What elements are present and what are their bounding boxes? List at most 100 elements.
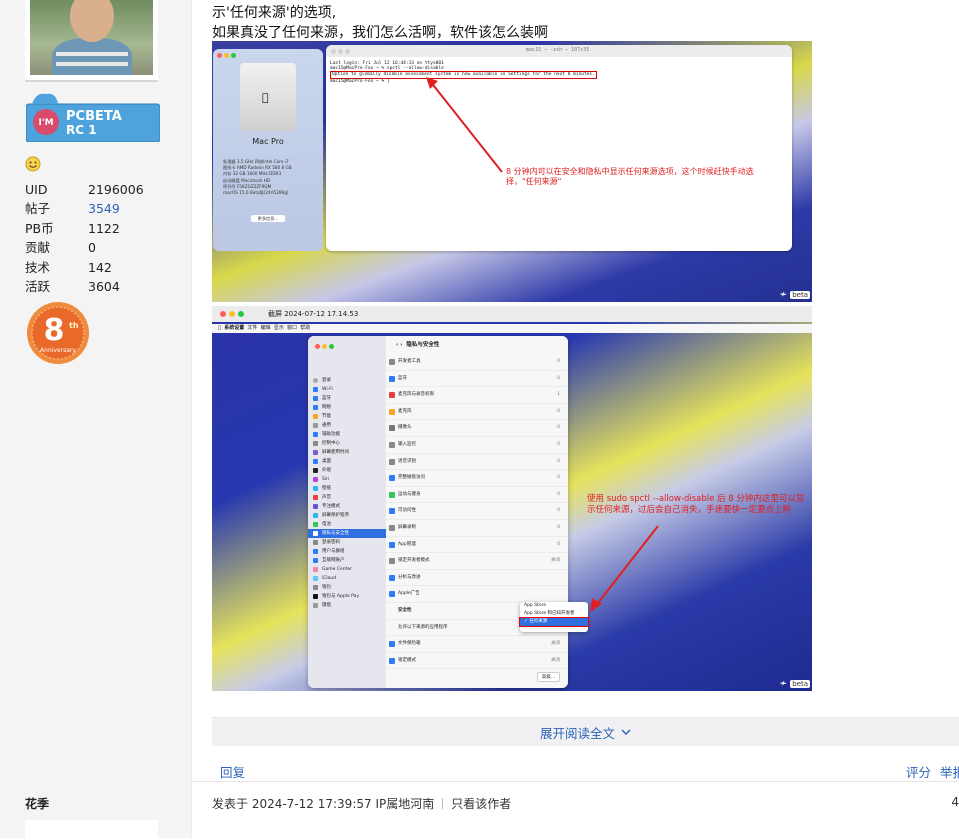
apple-menu-icon:  [218,325,221,331]
expand-read-more-button[interactable]: 展开阅读全文 [212,717,959,746]
row-value: 0 [557,408,560,414]
row-value: 0 [557,441,560,447]
sidebar-row: 辅助功能 [308,430,386,439]
popup-selected-label: 任何来源 [529,619,548,624]
sidebar-row: 通用 [308,421,386,430]
menu-item: 显示 [270,325,284,331]
privacy-row: 摄像头 0 [386,420,568,437]
popup-option: App Store 和已知开发者 [524,611,575,616]
profile-stats: UID 2196006 帖子 3549 PB币 1122 贡献 0 技术 142… [25,180,175,296]
apple-logo-icon:  [262,91,269,104]
sidebar-label: 屏幕使用时间 [322,450,349,455]
pcbeta-watermark: ≁ beta [780,679,810,689]
watermark-beta: beta [790,291,810,299]
sidebar-label: 钱包与 Apple Pay [322,594,360,599]
terminal-title: mac15 — -zsh — 107x35 [526,47,590,53]
reply-link[interactable]: 回复 [220,762,245,781]
sidebar-label: 电池 [322,522,331,527]
sidebar-label: 辅助功能 [322,432,340,437]
sidebar-label: 键盘 [322,603,331,608]
sidebar-label: Wi-Fi [322,387,333,392]
row-label: 输入监控 [398,441,416,447]
sidebar-label: 互联网账户 [322,558,345,563]
embedded-screenshot-privacy-settings[interactable]: 截屏 2024-07-12 17.14.53  系统设置 文件 编辑 显示 窗… [212,306,812,691]
avatar[interactable] [30,0,153,75]
sidebar-row: 控制中心 [308,439,386,448]
row-value: 0 [557,541,560,547]
row-label: 锁定开发者模式 [398,558,430,564]
svg-text:th: th [69,321,79,330]
only-author-link[interactable]: 只看该作者 [451,795,511,812]
stat-contribution: 贡献 0 [25,238,175,257]
sidebar-label: 蓝牙 [322,396,331,401]
red-arrow-icon [426,77,503,173]
expand-label: 展开阅读全文 [539,725,615,741]
sidebar-row: 桌面 [308,457,386,466]
report-link[interactable]: 举报 [940,762,959,781]
sidebar-row: 钱包 [308,583,386,592]
pcbeta-watermark: ≁ beta [780,290,810,300]
anniversary-medal-icon: 8 th Anniversary [27,302,89,364]
settings-sidebar: 登录 Wi-Fi 蓝牙 网络 节能 通用 辅助功能 控制中心 屏幕使用时间 桌面… [308,336,386,688]
stat-posts-link[interactable]: 3549 [88,199,120,218]
stat-label: PB币 [25,220,54,236]
row-value: 0 [557,425,560,431]
next-post-meta: 发表于 2024-7-12 17:39:57 IP属地河南 只看该作者 [212,795,511,812]
privacy-row: 锁定开发者模式 关闭 [386,553,568,570]
sidebar-row: 节能 [308,412,386,421]
preview-window-title: 截屏 2024-07-12 17.14.53 [268,310,359,318]
row-label: 运动与健身 [398,491,421,497]
avatar-frame[interactable] [25,0,158,82]
row-label: App管理 [398,541,416,547]
svg-text:PCBETA: PCBETA [66,109,122,124]
sidebar-row: 壁纸 [308,484,386,493]
sidebar-label: Siri [322,477,330,482]
menu-item: 帮助 [297,325,310,331]
pane-title: 隐私与安全性 [406,342,440,348]
row-label: 可访问性 [398,508,416,514]
sidebar-row: 用户与群组 [308,547,386,556]
svg-text:I'M: I'M [38,118,53,128]
row-label: Apple广告 [398,591,420,597]
stat-value: 0 [88,240,96,256]
sidebar-row: 登录 [308,376,386,385]
back-chevron-icon: ‹ [396,342,399,348]
row-label: 完整磁盘访问 [398,475,425,481]
next-author-name[interactable]: 花季 [25,795,49,812]
sidebar-label: 网络 [322,405,331,410]
floor-number[interactable]: 4 [951,795,959,809]
macos-menubar:  系统设置 文件 编辑 显示 窗口 帮助 [212,324,812,333]
sidebar-row: 蓝牙 [308,394,386,403]
sidebar-label: 声音 [322,495,331,500]
pc-logo-icon: ≁ [779,679,788,689]
red-arrow-icon [590,525,659,612]
allow-from-popup-menu: App Store App Store 和已知开发者 ✓ 任何来源 [519,602,589,632]
rate-link[interactable]: 评分 [906,762,931,781]
post-timestamp: 发表于 2024-7-12 17:39:57 IP属地河南 [212,797,435,811]
stat-activity: 活跃 3604 [25,277,175,296]
chevron-down-icon [621,729,631,736]
embedded-screenshot-terminal[interactable]:  Mac Pro 处理器 3.5 GHz 四核Intel Core i7 图形… [212,41,812,302]
sidebar-row: Wi-Fi [308,385,386,394]
next-avatar[interactable] [25,820,158,840]
row-label: 蓝牙 [398,375,407,381]
row-value: 1 [557,392,560,398]
stat-label: 帖子 [25,201,51,217]
sidebar-row-selected: 隐私与安全性 [308,529,386,538]
privacy-row: 蓝牙 0 [386,371,568,388]
row-value: 关闭 [551,641,560,647]
row-label: 开发者工具 [398,359,421,364]
privacy-row: 完整磁盘访问 0 [386,470,568,487]
menu-item: 编辑 [257,325,271,331]
annotation-text: 使用 sudo spctl --allow-disable 后 8 分钟内这里可… [587,494,805,515]
mac-model-title: Mac Pro [252,137,284,146]
stat-tech: 技术 142 [25,258,175,277]
system-settings-window: 登录 Wi-Fi 蓝牙 网络 节能 通用 辅助功能 控制中心 屏幕使用时间 桌面… [308,336,568,688]
sidebar-label: 屏幕保护程序 [322,513,349,518]
privacy-row: 文件保险箱 关闭 [386,636,568,653]
stat-label: 技术 [25,259,51,275]
meta-separator [442,798,444,809]
sidebar-label: 登录 [322,378,331,383]
sidebar-row: 互联网账户 [308,556,386,565]
menu-item: 文件 [244,325,257,331]
